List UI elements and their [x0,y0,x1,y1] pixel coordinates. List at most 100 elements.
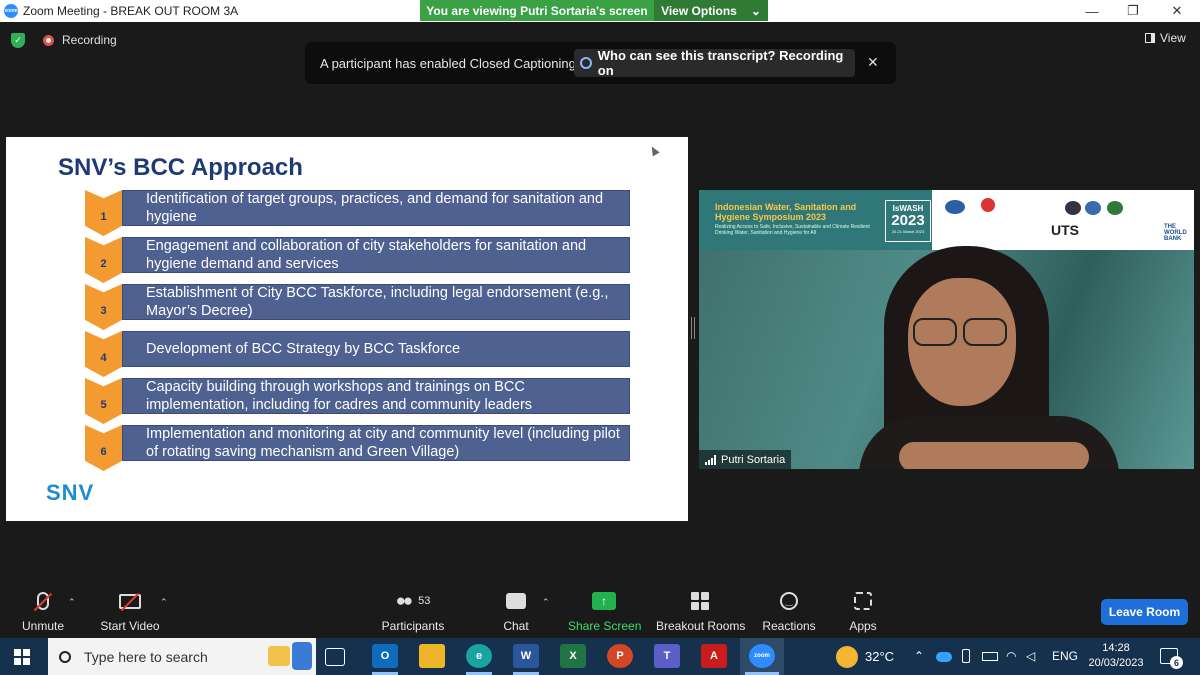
restore-button[interactable]: ❐ [1113,0,1153,22]
minimize-button[interactable]: — [1072,0,1112,22]
view-options-button[interactable]: View Options ⌄ [654,0,768,21]
microphone-muted-icon [33,592,53,612]
participant-video-tile[interactable]: Indonesian Water, Sanitation and Hygiene… [699,190,1194,469]
step-text: Identification of target groups, practic… [146,191,604,225]
system-clock[interactable]: 14:28 20/03/2023 [1088,641,1144,671]
encryption-shield-icon[interactable]: ✓ [11,33,25,48]
step-number: 6 [100,446,107,458]
audio-options-caret-icon[interactable]: ⌃ [68,597,76,608]
step-number: 1 [100,211,107,223]
chat-options-caret-icon[interactable]: ⌃ [542,597,550,608]
reactions-button[interactable]: ‿ Reactions [762,587,816,638]
temperature-label[interactable]: 32°C [865,649,894,664]
share-screen-icon: ↑ [592,592,616,610]
transcript-visibility-button[interactable]: Who can see this transcript? Recording o… [574,48,855,78]
task-view-icon[interactable] [325,648,345,666]
participants-icon: ●● [395,591,413,610]
sponsor-logo-icon [1065,201,1081,215]
view-button[interactable]: View [1145,31,1186,45]
step-item: 6 Implementation and monitoring at city … [85,425,630,471]
sponsor-logo-icon [1107,201,1123,215]
symposium-subtitle: Realizing Access to Safe, Inclusive, Sus… [715,224,870,236]
zoom-logo-icon: zoom [4,4,18,18]
view-options-label: View Options [661,3,737,18]
person-icon [580,57,592,69]
search-placeholder: Type here to search [84,648,208,665]
closed-caption-notice: A participant has enabled Closed Caption… [305,42,896,84]
search-highlight-icon [268,646,290,666]
apps-icon [854,592,872,610]
iswash-badge: IsWASH 2023 20-21 March 2023 [885,200,931,242]
zoom-app-icon: zoom [749,644,775,668]
unmute-button[interactable]: Unmute [20,587,66,638]
wifi-icon[interactable]: ◠ [1006,649,1016,663]
acrobat-icon[interactable]: A [701,644,727,668]
chat-button[interactable]: Chat [500,587,532,638]
share-screen-button[interactable]: ↑ Share Screen [568,587,641,638]
video-options-caret-icon[interactable]: ⌃ [160,597,168,608]
battery-icon[interactable] [982,652,998,661]
breakout-rooms-button[interactable]: Breakout Rooms [656,587,745,638]
close-icon[interactable]: ✕ [867,54,879,71]
step-number: 3 [100,305,107,317]
window-title: Zoom Meeting - BREAK OUT ROOM 3A [23,4,239,18]
meeting-toolbar: Unmute ⌃ Start Video ⌃ ●● 53 Participants… [0,587,1200,638]
cc-message: A participant has enabled Closed Caption… [320,56,576,71]
windows-taskbar: Type here to search O e W X P T A zoom 3… [0,638,1200,675]
slide-title: SNV’s BCC Approach [58,154,303,181]
view-layout-icon [1145,33,1155,43]
leave-room-button[interactable]: Leave Room [1101,599,1188,625]
usb-icon[interactable] [962,649,970,663]
step-item: 1 Identification of target groups, pract… [85,190,630,236]
excel-icon[interactable]: X [560,644,586,668]
recording-label: Recording [62,33,117,47]
split-drag-handle[interactable] [691,317,695,339]
participants-button[interactable]: ●● 53 Participants [380,587,446,638]
share-banner-message: You are viewing Putri Sortaria's screen [426,3,648,18]
word-icon[interactable]: W [513,644,539,668]
world-bank-logo: THE WORLD BANK [1164,224,1187,242]
clock-date: 20/03/2023 [1088,657,1144,669]
language-indicator[interactable]: ENG [1052,649,1078,663]
powerpoint-icon[interactable]: P [607,644,633,668]
participant-name: Putri Sortaria [721,453,786,466]
search-highlight-icon [292,642,312,670]
start-video-button[interactable]: Start Video [98,587,162,638]
step-number: 5 [100,399,107,411]
uts-logo: UTS [1051,222,1079,238]
step-item: 2 Engagement and collaboration of city s… [85,237,630,283]
step-number: 2 [100,258,107,270]
recording-icon [43,35,54,46]
share-banner: You are viewing Putri Sortaria's screen … [420,0,768,21]
step-item: 5 Capacity building through workshops an… [85,378,630,424]
zoom-window: zoom Zoom Meeting - BREAK OUT ROOM 3A Yo… [0,0,1200,675]
view-label: View [1160,31,1186,45]
volume-icon[interactable]: ◁ [1026,649,1035,663]
step-item: 4 Development of BCC Strategy by BCC Tas… [85,331,630,377]
breakout-rooms-icon [691,592,709,610]
close-window-button[interactable]: ✕ [1157,0,1197,22]
outlook-icon[interactable]: O [372,644,398,668]
smiley-icon: ‿ [780,592,798,610]
edge-browser-icon[interactable]: e [466,644,492,668]
sponsor-logo-icon [945,200,965,214]
step-number: 4 [100,352,107,364]
weather-icon[interactable] [836,646,858,668]
apps-button[interactable]: Apps [846,587,880,638]
participant-name-tag: Putri Sortaria [699,450,792,469]
tray-overflow-icon[interactable]: ⌃ [914,649,924,663]
onedrive-icon[interactable] [936,652,952,662]
teams-icon[interactable]: T [654,644,680,668]
participants-count: 53 [418,595,431,607]
step-text: Engagement and collaboration of city sta… [146,238,587,272]
sponsor-logo-icon [981,198,995,212]
file-explorer-icon[interactable] [419,644,445,668]
chevron-down-icon: ⌄ [750,3,761,18]
symposium-title: Indonesian Water, Sanitation and Hygiene… [715,202,857,222]
taskbar-search-input[interactable]: Type here to search [48,638,316,675]
step-text: Implementation and monitoring at city an… [146,426,620,460]
step-text: Development of BCC Strategy by BCC Taskf… [146,341,461,357]
step-text: Establishment of City BCC Taskforce, inc… [146,285,609,319]
windows-start-icon[interactable] [14,649,30,665]
clock-time: 14:28 [1102,642,1130,654]
